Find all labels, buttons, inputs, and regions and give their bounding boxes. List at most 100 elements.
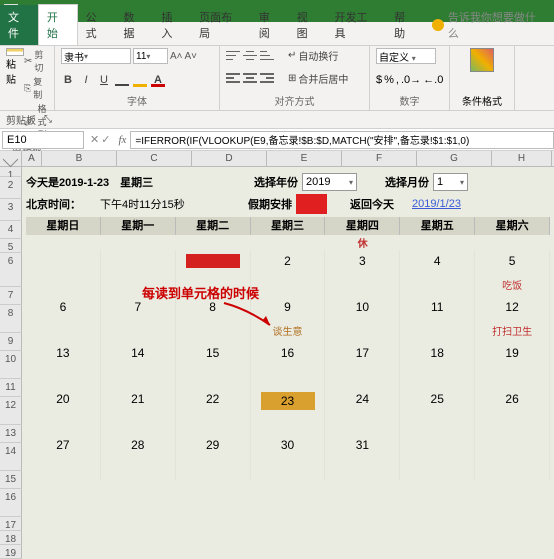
cal-cell[interactable]: 14 (101, 342, 176, 388)
currency-button[interactable]: $ (376, 74, 382, 86)
today-link[interactable]: 2019/1/23 (412, 198, 461, 210)
font-color-button[interactable]: A (151, 73, 165, 87)
increase-decimal-button[interactable]: .0→ (401, 74, 421, 86)
cal-cell[interactable]: 31 (325, 434, 400, 480)
row-11[interactable]: 11 (0, 379, 22, 397)
row-5[interactable]: 5 (0, 239, 22, 253)
cal-cell[interactable]: 17 (325, 342, 400, 388)
cal-cell[interactable]: 1 (176, 250, 251, 296)
tab-home[interactable]: 开始 (38, 4, 78, 45)
col-C[interactable]: C (117, 151, 192, 166)
cal-cell[interactable]: 20 (26, 388, 101, 434)
conditional-format-icon[interactable] (470, 48, 494, 72)
tab-view[interactable]: 视图 (289, 5, 327, 45)
row-2[interactable]: 2 (0, 177, 22, 199)
cal-cell[interactable]: 9谈生意 (251, 296, 326, 342)
col-F[interactable]: F (342, 151, 417, 166)
cal-cell[interactable]: 7 (101, 296, 176, 342)
cal-cell[interactable]: 2 (251, 250, 326, 296)
row-13[interactable]: 13 (0, 425, 22, 443)
cal-cell[interactable]: 11 (400, 296, 475, 342)
row-3[interactable]: 3 (0, 199, 22, 221)
align-left-button[interactable] (226, 72, 240, 84)
row-4[interactable]: 4 (0, 221, 22, 239)
col-G[interactable]: G (417, 151, 492, 166)
shrink-font-button[interactable]: A˅ (185, 51, 198, 62)
fx-icon[interactable]: fx (114, 134, 130, 146)
select-all-corner[interactable] (0, 151, 22, 166)
cal-cell[interactable]: 22 (176, 388, 251, 434)
align-right-button[interactable] (260, 72, 274, 84)
cal-cell[interactable] (400, 434, 475, 480)
col-H[interactable]: H (492, 151, 552, 166)
decrease-decimal-button[interactable]: ←.0 (423, 74, 443, 86)
row-8[interactable]: 8 (0, 305, 22, 333)
col-B[interactable]: B (42, 151, 117, 166)
cal-cell[interactable]: 8 (176, 296, 251, 342)
tab-developer[interactable]: 开发工具 (326, 5, 386, 45)
row-19[interactable]: 19 (0, 545, 22, 559)
row-18[interactable]: 18 (0, 531, 22, 545)
number-format-select[interactable]: 自定义 ▾ (376, 48, 436, 64)
cal-cell[interactable]: 12打扫卫生 (475, 296, 550, 342)
dialog-launcher-icon[interactable]: ⤡ (44, 114, 52, 125)
enter-formula-button[interactable]: ✓ (101, 133, 110, 146)
tab-file[interactable]: 文件 (0, 5, 38, 45)
sheet-content[interactable]: 今天是2019-1-23 星期三 选择年份 2019▾ 选择月份 1▾ 北京时间… (22, 167, 554, 559)
comma-button[interactable]: , (396, 74, 399, 86)
tab-layout[interactable]: 页面布局 (191, 5, 251, 45)
cal-cell[interactable]: 19 (475, 342, 550, 388)
paste-button[interactable]: 粘贴 (6, 48, 24, 86)
percent-button[interactable]: % (384, 74, 394, 86)
cal-cell[interactable]: 27 (26, 434, 101, 480)
cal-cell[interactable]: 30 (251, 434, 326, 480)
cal-cell[interactable]: 13 (26, 342, 101, 388)
row-1[interactable]: 1 (0, 167, 22, 177)
cal-cell[interactable]: 26 (475, 388, 550, 434)
col-A[interactable]: A (22, 151, 42, 166)
row-15[interactable]: 15 (0, 471, 22, 489)
cal-cell[interactable]: 3 (325, 250, 400, 296)
col-E[interactable]: E (267, 151, 342, 166)
formula-input[interactable]: =IFERROR(IF(VLOOKUP(E9,备忘录!$B:$D,MATCH("… (130, 131, 554, 149)
spreadsheet-grid[interactable]: A B C D E F G H 1 2 3 4 5 6 7 8 9 10 11 … (0, 151, 554, 559)
cal-cell[interactable]: 15 (176, 342, 251, 388)
cal-cell[interactable]: 18 (400, 342, 475, 388)
row-7[interactable]: 7 (0, 287, 22, 305)
wrap-text-button[interactable]: ↵自动换行 (288, 48, 338, 63)
row-6[interactable]: 6 (0, 253, 22, 287)
cal-cell[interactable]: 23 (251, 388, 326, 434)
align-top-button[interactable] (226, 50, 240, 62)
copy-button[interactable]: ⎘复制 (24, 75, 48, 101)
tab-formula[interactable]: 公式 (78, 5, 116, 45)
row-9[interactable]: 9 (0, 333, 22, 351)
cal-cell[interactable]: 16 (251, 342, 326, 388)
merge-center-button[interactable]: ⊞合并后居中 (288, 71, 348, 86)
tab-help[interactable]: 帮助 (386, 5, 424, 45)
bold-button[interactable]: B (61, 73, 75, 87)
tell-me[interactable]: 告诉我你想要做什么 (424, 5, 554, 45)
cal-cell[interactable] (101, 250, 176, 296)
row-14[interactable]: 14 (0, 443, 22, 471)
row-16[interactable]: 16 (0, 489, 22, 517)
underline-button[interactable]: U (97, 73, 111, 87)
col-D[interactable]: D (192, 151, 267, 166)
row-10[interactable]: 10 (0, 351, 22, 379)
border-button[interactable] (115, 73, 129, 87)
year-select[interactable]: 2019▾ (302, 173, 357, 191)
cal-cell[interactable]: 5吃饭 (475, 250, 550, 296)
fill-color-button[interactable] (133, 73, 147, 87)
name-box[interactable]: E10 (2, 131, 84, 149)
grow-font-button[interactable]: A˄ (170, 51, 183, 62)
italic-button[interactable]: I (79, 73, 93, 87)
cal-cell[interactable]: 6 (26, 296, 101, 342)
cal-cell[interactable]: 4 (400, 250, 475, 296)
cancel-formula-button[interactable]: ✕ (90, 133, 99, 146)
cal-cell[interactable]: 28 (101, 434, 176, 480)
align-middle-button[interactable] (243, 50, 257, 62)
tab-insert[interactable]: 插入 (153, 5, 191, 45)
month-select[interactable]: 1▾ (433, 173, 468, 191)
tab-review[interactable]: 审阅 (251, 5, 289, 45)
tab-data[interactable]: 数据 (115, 5, 153, 45)
align-center-button[interactable] (243, 72, 257, 84)
